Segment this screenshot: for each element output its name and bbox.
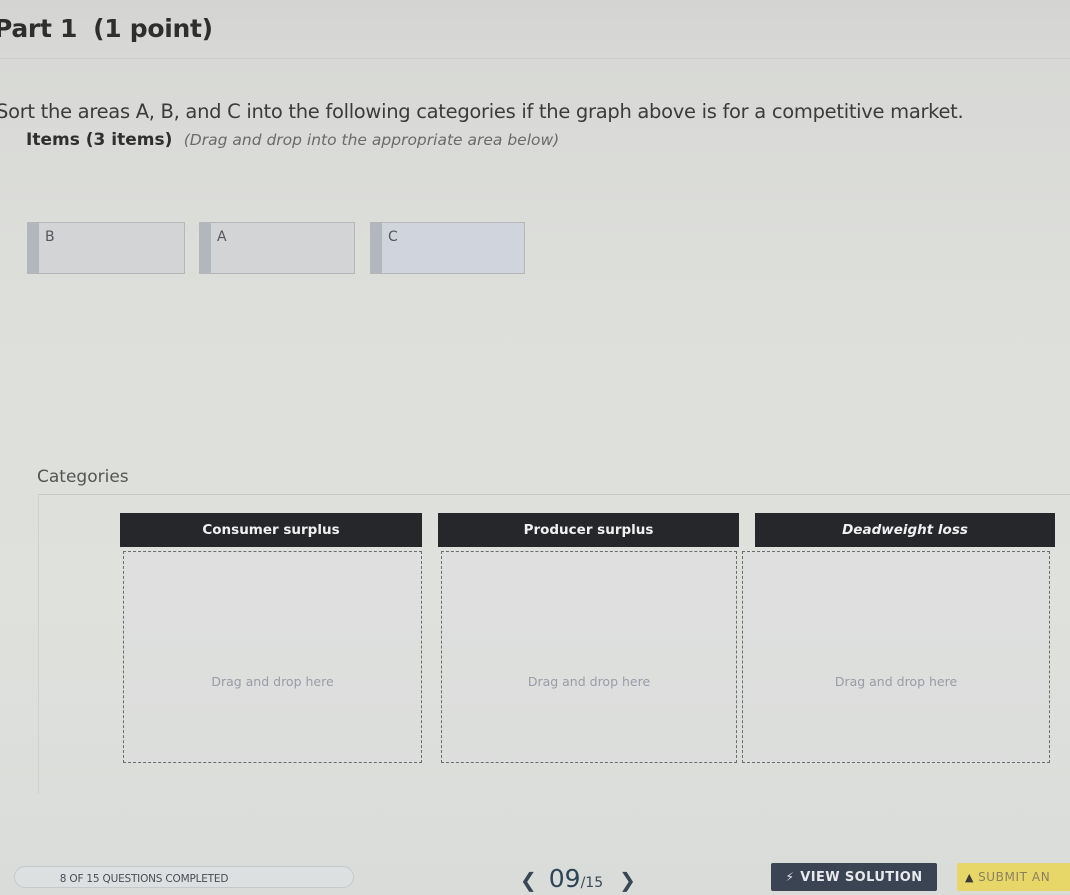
drop-zone-producer-surplus[interactable]: Drag and drop here xyxy=(441,551,737,763)
drop-hint: Drag and drop here xyxy=(527,674,651,689)
category-consumer-surplus: Consumer surplus Drag and drop here xyxy=(120,513,422,763)
upload-arrow-icon: ▲ xyxy=(965,870,975,884)
category-producer-surplus: Producer surplus Drag and drop here xyxy=(438,513,739,763)
progress-text: 8 OF 15 QUESTIONS COMPLETED xyxy=(59,873,229,885)
chevron-right-icon[interactable]: ❯ xyxy=(619,868,636,892)
drop-hint: Drag and drop here xyxy=(834,674,958,689)
current-question-number: 09 xyxy=(548,864,581,893)
drop-hint: Drag and drop here xyxy=(211,674,334,689)
draggable-item-a[interactable]: A xyxy=(199,222,355,274)
view-solution-button[interactable]: ⚡︎ VIEW SOLUTION xyxy=(771,863,937,891)
item-label: B xyxy=(45,229,55,245)
categories-label: Categories xyxy=(37,467,129,487)
part-header: Part 1 (1 point) xyxy=(0,14,213,43)
part-title: Part 1 xyxy=(0,14,78,43)
items-hint: (Drag and drop into the appropriate area… xyxy=(183,131,560,149)
chevron-left-icon[interactable]: ❮ xyxy=(520,868,537,892)
submit-label: SUBMIT AN xyxy=(978,870,1051,884)
part-points: (1 point) xyxy=(93,14,213,43)
draggable-item-b[interactable]: B xyxy=(27,222,185,274)
header-divider xyxy=(0,58,1070,59)
progress-indicator: 8 OF 15 QUESTIONS COMPLETED xyxy=(14,866,354,888)
drag-handle[interactable] xyxy=(200,223,211,273)
item-label: C xyxy=(388,229,398,245)
drag-handle[interactable] xyxy=(28,223,39,273)
view-solution-label: VIEW SOLUTION xyxy=(800,869,923,885)
question-page: Part 1 (1 point) Sort the areas A, B, and… xyxy=(0,0,1070,895)
drop-zone-deadweight-loss[interactable]: Drag and drop here xyxy=(742,551,1050,763)
category-header: Producer surplus xyxy=(438,513,739,547)
drag-handle[interactable] xyxy=(371,223,382,273)
drop-zone-consumer-surplus[interactable]: Drag and drop here xyxy=(123,551,422,763)
submit-answer-button[interactable]: ▲ SUBMIT AN xyxy=(957,863,1070,891)
question-pager: ❮ 09 /15 ❯ xyxy=(520,864,636,893)
draggable-item-c[interactable]: C xyxy=(370,222,525,274)
lightning-icon: ⚡︎ xyxy=(785,870,795,884)
item-label: A xyxy=(217,229,227,245)
items-title: Items (3 items) xyxy=(26,130,173,150)
question-prompt: Sort the areas A, B, and C into the foll… xyxy=(0,100,964,123)
items-heading: Items (3 items) (Drag and drop into the … xyxy=(26,130,559,150)
category-deadweight-loss: Deadweight loss Drag and drop here xyxy=(742,513,1055,763)
category-header: Deadweight loss xyxy=(755,513,1055,547)
total-questions: /15 xyxy=(580,875,604,891)
category-header: Consumer surplus xyxy=(120,513,422,547)
